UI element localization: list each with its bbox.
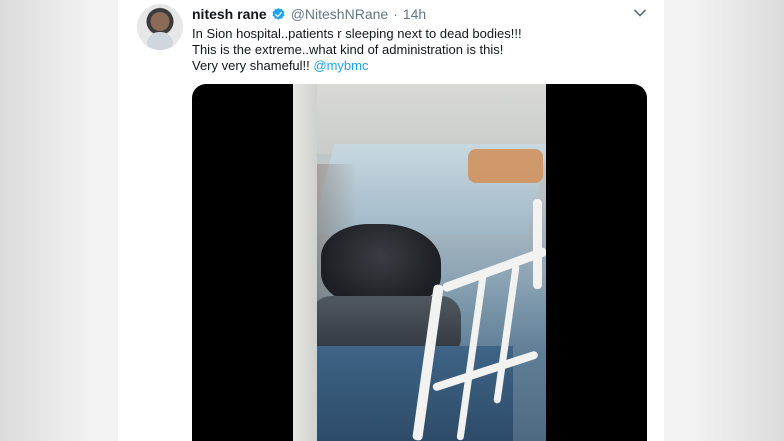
avatar-shirt (147, 32, 173, 50)
author-handle[interactable]: @NiteshNRane (291, 6, 388, 22)
video-pillar (293, 84, 317, 441)
tweet-text-line-3-body: Very very shameful!! (192, 58, 314, 73)
video-orange-cloth (468, 149, 543, 183)
author-name[interactable]: nitesh rane (192, 6, 267, 22)
tweet-text-line-1: In Sion hospital..patients r sleeping ne… (192, 26, 522, 41)
avatar[interactable] (137, 4, 183, 50)
page-background: nitesh rane @NiteshNRane · 14h In Sion h… (0, 0, 784, 441)
video-mattress (303, 346, 513, 441)
tweet-text-line-2: This is the extreme..what kind of admini… (192, 42, 504, 57)
video-black-bag (321, 224, 441, 306)
video-bed-rail (441, 246, 546, 293)
mention-link[interactable]: @mybmc (313, 58, 368, 73)
tweet-header: nitesh rane @NiteshNRane · 14h (192, 5, 426, 23)
verified-badge-icon (272, 7, 285, 20)
tweet-timestamp[interactable]: 14h (403, 6, 426, 22)
tweet-text-line-3: Very very shameful!! @mybmc (192, 58, 632, 74)
separator-dot: · (393, 6, 398, 22)
tweet-text: In Sion hospital..patients r sleeping ne… (192, 26, 632, 74)
chevron-down-icon[interactable] (633, 7, 647, 19)
video-player[interactable] (192, 84, 647, 441)
video-bed-rail (533, 199, 542, 289)
video-frame (293, 84, 546, 441)
